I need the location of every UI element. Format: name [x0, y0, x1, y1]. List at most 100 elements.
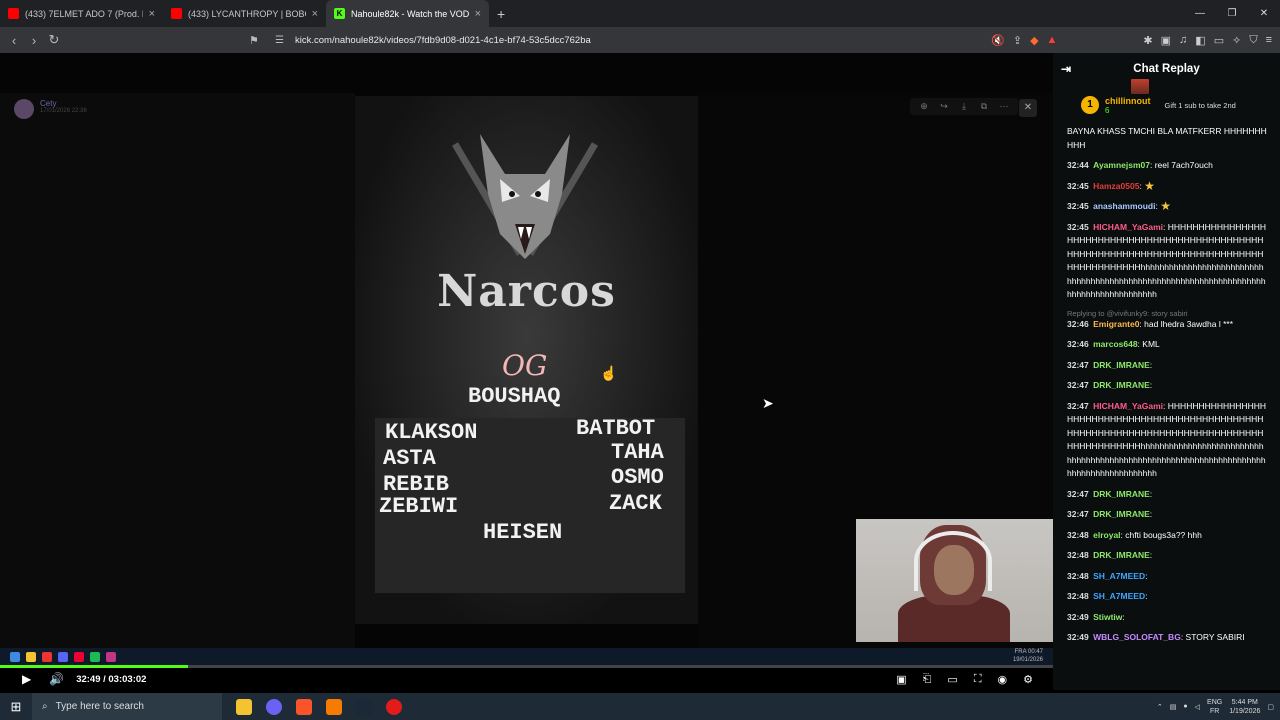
message-text: KML	[1142, 339, 1160, 349]
wallet-icon[interactable]: ▣	[1161, 34, 1171, 47]
message-username[interactable]: Hamza0505	[1093, 181, 1139, 191]
gift-leaderboard[interactable]: 1 chillinnout 6 Gift 1 sub to take 2nd	[1053, 85, 1280, 125]
message-username[interactable]: elroyal	[1093, 530, 1120, 540]
brave-icon[interactable]	[296, 698, 312, 715]
chat-message[interactable]: 32:47 HICHAM_YaGami: HHHHHHHHHHHHHHHHHHH…	[1067, 400, 1268, 481]
more-icon[interactable]: ⋯	[996, 101, 1012, 112]
chat-message[interactable]: 32:48 elroyal: chfti bougs3a?? hhh	[1067, 529, 1268, 543]
browser-tab-3[interactable]: K Nahoule82k - Watch the VOD on ×	[326, 0, 489, 27]
video-player[interactable]: Cety 17/01/2026 22:36 Narcos OG BOUSHAQ …	[0, 53, 1053, 665]
play-icon[interactable]: ▶	[22, 672, 31, 686]
chat-message[interactable]: 32:47 DRK_IMRANE:	[1067, 79, 1268, 393]
pip-icon[interactable]: ▭	[947, 673, 957, 686]
browser-tab-bar: (433) 7ELMET ADO 7 (Prod. By W × (433) L…	[0, 0, 1280, 27]
site-info-icon[interactable]: ☰	[275, 35, 284, 46]
message-time: 32:45	[1067, 180, 1089, 191]
leo-icon[interactable]: ✧	[1232, 34, 1241, 47]
mic-icon[interactable]: ●	[1183, 703, 1187, 710]
message-username[interactable]: WBLG_SOLOFAT_BG	[1093, 632, 1181, 642]
network-icon[interactable]: ▤	[1170, 703, 1177, 711]
share-icon[interactable]: ⇪	[1013, 34, 1022, 47]
bookmark-icon[interactable]: ⚑	[249, 34, 259, 47]
download-icon[interactable]: ⤓	[956, 101, 972, 112]
chat-message[interactable]: 32:45 HICHAM_YaGami: HHHHHHHHHHHHHHHHHHH…	[1067, 221, 1268, 302]
speaker-icon[interactable]: ◁	[1195, 703, 1200, 711]
discord-icon[interactable]	[266, 698, 282, 715]
collapse-chat-icon[interactable]: ⇥	[1061, 62, 1071, 76]
message-username[interactable]: DRK_IMRANE	[1093, 380, 1150, 390]
tab-title: Nahoule82k - Watch the VOD on	[351, 8, 469, 19]
forward-icon[interactable]: ›	[24, 33, 44, 48]
close-icon[interactable]: ✕	[1019, 99, 1037, 117]
message-username[interactable]: anashammoudi	[1093, 201, 1155, 211]
file-explorer-icon[interactable]	[236, 698, 252, 715]
message-username[interactable]: DRK_IMRANE	[1093, 360, 1150, 370]
restore-icon[interactable]: ❐	[1216, 0, 1248, 27]
reload-icon[interactable]: ↻	[44, 32, 64, 48]
brave-shield-icon[interactable]: ◆	[1030, 34, 1038, 47]
url-field[interactable]: ⚑ ☰ kick.com/nahoule82k/videos/7fdb9d08-…	[245, 30, 995, 50]
chat-message[interactable]: BAYNA KHASS TMCHI BLA MATFKERR HHHHHHHHH…	[1067, 125, 1268, 152]
chat-message[interactable]: 32:45 Hamza0505: ★	[1067, 179, 1268, 194]
message-username[interactable]: DRK_IMRANE	[1093, 509, 1150, 519]
chat-message[interactable]: 32:47 DRK_IMRANE:	[1067, 79, 1268, 373]
message-username[interactable]: Stiwtiw	[1093, 612, 1122, 622]
chat-message[interactable]: 32:49 WBLG_SOLOFAT_BG: STORY SABIRI	[1067, 631, 1268, 645]
message-username[interactable]: HICHAM_YaGami	[1093, 401, 1163, 411]
browser-tab-2[interactable]: (433) LYCANTHROPY | BOBONY RP ×	[163, 0, 326, 27]
back-icon[interactable]: ‹	[4, 33, 24, 48]
app-icon[interactable]	[326, 698, 342, 715]
mute-icon[interactable]: 🔇	[991, 34, 1005, 47]
close-tab-icon[interactable]: ×	[475, 8, 481, 20]
menu-icon[interactable]: ≡	[1266, 34, 1272, 46]
forward-arrow-icon[interactable]: ↪	[936, 101, 952, 112]
minimize-icon[interactable]: —	[1184, 0, 1216, 27]
volume-icon[interactable]: 🔊	[49, 672, 64, 686]
chat-message[interactable]: 32:44 Ayamnejsm07: reel 7ach7ouch	[1067, 159, 1268, 173]
chat-message[interactable]: 32:49 Stiwtiw:	[1067, 79, 1268, 625]
music-icon[interactable]: ♫	[1179, 34, 1187, 46]
sidebar-icon[interactable]: ◧	[1195, 34, 1205, 47]
chevron-up-icon[interactable]: ⌃	[1157, 703, 1163, 711]
windows-start-icon[interactable]: ⊞	[0, 699, 32, 715]
message-username[interactable]: Ayamnejsm07	[1093, 160, 1150, 170]
chat-message[interactable]: 32:46 marcos648: KML	[1067, 338, 1268, 352]
theater-mode-icon[interactable]: ▣	[896, 673, 906, 686]
message-username[interactable]: DRK_IMRANE	[1093, 550, 1150, 560]
message-username[interactable]: DRK_IMRANE	[1093, 489, 1150, 499]
message-username[interactable]: HICHAM_YaGami	[1093, 222, 1163, 232]
close-tab-icon[interactable]: ×	[149, 8, 155, 20]
chat-message[interactable]: 32:46 Emigrante0: had lhedra 3awdha l **…	[1067, 318, 1268, 332]
vpn-icon[interactable]: ⛉	[1249, 34, 1257, 47]
extensions-icon[interactable]: ✱	[1143, 34, 1152, 47]
close-window-icon[interactable]: ✕	[1248, 0, 1280, 27]
language-indicator[interactable]: ENG FR	[1207, 698, 1222, 716]
app-icon[interactable]	[386, 698, 402, 715]
chat-message[interactable]: 32:47 DRK_IMRANE:	[1067, 79, 1268, 522]
taskbar-clock[interactable]: 5:44 PM 1/19/2026	[1229, 698, 1260, 716]
speed-icon[interactable]: ◉	[998, 673, 1008, 686]
close-tab-icon[interactable]: ×	[312, 8, 318, 20]
message-text: HHHHHHHHHHHHHHHHHHHHHHHHHHHHHHHHHHHHHHHH…	[1067, 221, 1266, 300]
chat-message[interactable]: 32:47 DRK_IMRANE:	[1067, 79, 1268, 502]
open-external-icon[interactable]: ⧉	[976, 101, 992, 112]
steam-icon[interactable]	[356, 698, 372, 715]
clip-icon[interactable]: ⎗	[923, 673, 932, 686]
message-username[interactable]: marcos648	[1093, 339, 1137, 349]
zoom-icon[interactable]: ⊕	[916, 101, 932, 112]
chat-message[interactable]: 32:48 DRK_IMRANE:	[1067, 79, 1268, 563]
fullscreen-icon[interactable]: ⛶	[974, 673, 982, 686]
chat-message[interactable]: 32:48 SH_A7MEED:	[1067, 79, 1268, 604]
chat-message[interactable]: 32:45 anashammoudi: ★	[1067, 199, 1268, 214]
message-username[interactable]: SH_A7MEED	[1093, 571, 1145, 581]
settings-icon[interactable]: ⚙	[1023, 673, 1033, 686]
message-username[interactable]: SH_A7MEED	[1093, 591, 1145, 601]
new-tab-button[interactable]: +	[497, 6, 505, 22]
chat-message[interactable]: 32:48 SH_A7MEED:	[1067, 79, 1268, 584]
taskbar-search[interactable]: ⌕ Type here to search	[32, 693, 222, 720]
brave-rewards-icon[interactable]: ▲	[1047, 34, 1058, 46]
notifications-icon[interactable]: ▢	[1267, 703, 1274, 711]
browser-tab-1[interactable]: (433) 7ELMET ADO 7 (Prod. By W ×	[0, 0, 163, 27]
tabs-icon[interactable]: ▭	[1214, 34, 1224, 47]
message-username[interactable]: Emigrante0	[1093, 319, 1139, 329]
